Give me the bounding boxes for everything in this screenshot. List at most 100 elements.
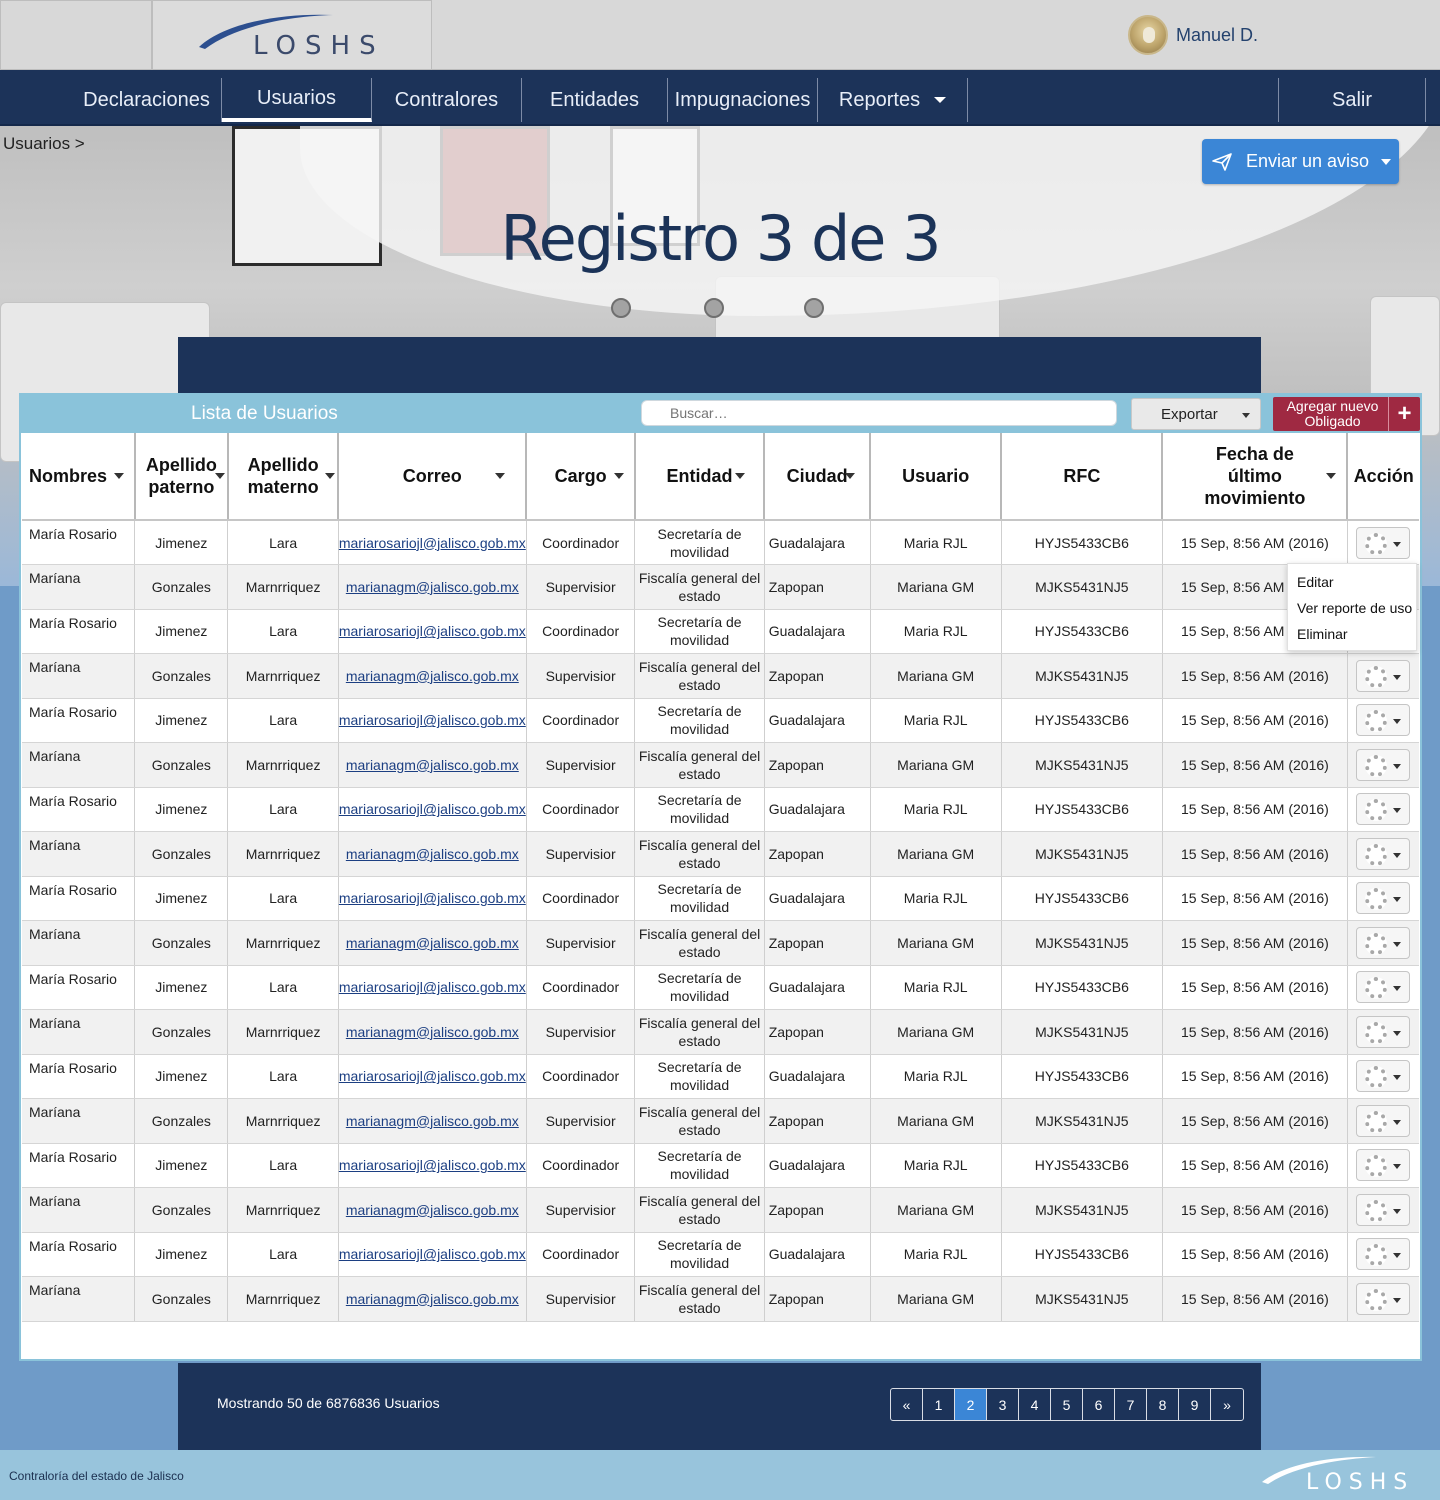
nav-contralores[interactable]: Contralores bbox=[372, 78, 522, 122]
email-link[interactable]: mariarosariojl@jalisco.gob.mx bbox=[339, 1068, 526, 1084]
email-link[interactable]: marianagm@jalisco.gob.mx bbox=[346, 668, 519, 684]
export-dropdown[interactable]: Exportar bbox=[1131, 398, 1261, 430]
cell-correo[interactable]: mariarosariojl@jalisco.gob.mx bbox=[338, 1054, 527, 1099]
cell-correo[interactable]: marianagm@jalisco.gob.mx bbox=[338, 1098, 527, 1144]
menu-item-editar[interactable]: Editar bbox=[1288, 572, 1416, 598]
nav-salir[interactable]: Salir bbox=[1278, 78, 1426, 122]
nav-declaraciones[interactable]: Declaraciones bbox=[72, 78, 222, 122]
cell-ciudad: Zapopan bbox=[764, 653, 871, 699]
cell-correo[interactable]: mariarosariojl@jalisco.gob.mx bbox=[338, 965, 527, 1010]
email-link[interactable]: mariarosariojl@jalisco.gob.mx bbox=[339, 801, 526, 817]
cell-correo[interactable]: marianagm@jalisco.gob.mx bbox=[338, 1187, 527, 1233]
cell-correo[interactable]: mariarosariojl@jalisco.gob.mx bbox=[338, 609, 527, 654]
page-4[interactable]: 4 bbox=[1019, 1389, 1051, 1420]
cell-correo[interactable]: marianagm@jalisco.gob.mx bbox=[338, 1276, 527, 1322]
row-actions-button[interactable] bbox=[1356, 1282, 1411, 1315]
email-link[interactable]: mariarosariojl@jalisco.gob.mx bbox=[339, 890, 526, 906]
step-dot[interactable] bbox=[704, 298, 724, 318]
page-7[interactable]: 7 bbox=[1115, 1389, 1147, 1420]
cell-correo[interactable]: mariarosariojl@jalisco.gob.mx bbox=[338, 1232, 527, 1277]
column-header-entidad[interactable]: Entidad bbox=[634, 433, 766, 521]
search-input[interactable] bbox=[641, 400, 1117, 426]
email-link[interactable]: marianagm@jalisco.gob.mx bbox=[346, 846, 519, 862]
email-link[interactable]: mariarosariojl@jalisco.gob.mx bbox=[339, 1157, 526, 1173]
menu-item-ver-reporte[interactable]: Ver reporte de uso bbox=[1288, 598, 1416, 624]
email-link[interactable]: marianagm@jalisco.gob.mx bbox=[346, 1024, 519, 1040]
breadcrumb[interactable]: Usuarios > bbox=[3, 134, 85, 154]
row-actions-button[interactable] bbox=[1356, 971, 1411, 1004]
results-summary: Mostrando 50 de 6876836 Usuarios bbox=[217, 1395, 440, 1411]
cell-correo[interactable]: marianagm@jalisco.gob.mx bbox=[338, 1009, 527, 1055]
email-link[interactable]: marianagm@jalisco.gob.mx bbox=[346, 1113, 519, 1129]
email-link[interactable]: marianagm@jalisco.gob.mx bbox=[346, 935, 519, 951]
add-obligado-button[interactable]: Agregar nuevo Obligado + bbox=[1273, 397, 1420, 431]
cell-correo[interactable]: marianagm@jalisco.gob.mx bbox=[338, 920, 527, 966]
row-actions-button[interactable] bbox=[1356, 659, 1411, 692]
cell-correo[interactable]: marianagm@jalisco.gob.mx bbox=[338, 653, 527, 699]
user-menu[interactable]: Manuel D. bbox=[1128, 14, 1258, 56]
page-3[interactable]: 3 bbox=[987, 1389, 1019, 1420]
page-8[interactable]: 8 bbox=[1147, 1389, 1179, 1420]
cell-correo[interactable]: mariarosariojl@jalisco.gob.mx bbox=[338, 520, 527, 565]
column-header-fecha[interactable]: Fecha de último movimiento bbox=[1162, 433, 1349, 521]
email-link[interactable]: marianagm@jalisco.gob.mx bbox=[346, 1291, 519, 1307]
column-header-nombres[interactable]: Nombres bbox=[22, 433, 136, 521]
email-link[interactable]: marianagm@jalisco.gob.mx bbox=[346, 579, 519, 595]
column-header-apellido-materno[interactable]: Apellido materno bbox=[227, 433, 340, 521]
row-actions-button[interactable] bbox=[1356, 837, 1411, 870]
nav-usuarios[interactable]: Usuarios bbox=[222, 78, 372, 122]
cell-nombres: María Rosario bbox=[22, 965, 136, 1010]
email-link[interactable]: mariarosariojl@jalisco.gob.mx bbox=[339, 712, 526, 728]
row-actions-button[interactable] bbox=[1356, 926, 1411, 959]
cell-correo[interactable]: marianagm@jalisco.gob.mx bbox=[338, 831, 527, 877]
page-prev[interactable]: « bbox=[891, 1389, 923, 1420]
cell-rfc: HYJS5433CB6 bbox=[1001, 1143, 1163, 1188]
nav-impugnaciones[interactable]: Impugnaciones bbox=[668, 78, 818, 122]
cell-correo[interactable]: marianagm@jalisco.gob.mx bbox=[338, 742, 527, 788]
page-next[interactable]: » bbox=[1211, 1389, 1243, 1420]
chevron-down-icon bbox=[1393, 674, 1402, 680]
email-link[interactable]: mariarosariojl@jalisco.gob.mx bbox=[339, 979, 526, 995]
user-name[interactable]: Manuel D. bbox=[1176, 25, 1258, 46]
row-actions-button[interactable] bbox=[1356, 1015, 1411, 1048]
gear-icon bbox=[1365, 1021, 1388, 1044]
send-notice-button[interactable]: Enviar un aviso bbox=[1202, 139, 1399, 184]
nav-entidades[interactable]: Entidades bbox=[522, 78, 668, 122]
page-6[interactable]: 6 bbox=[1083, 1389, 1115, 1420]
row-actions-button[interactable] bbox=[1356, 526, 1411, 559]
row-actions-button[interactable] bbox=[1356, 704, 1411, 737]
page-1[interactable]: 1 bbox=[923, 1389, 955, 1420]
step-dot[interactable] bbox=[611, 298, 631, 318]
column-header-correo[interactable]: Correo bbox=[338, 433, 528, 521]
email-link[interactable]: mariarosariojl@jalisco.gob.mx bbox=[339, 623, 526, 639]
cell-correo[interactable]: mariarosariojl@jalisco.gob.mx bbox=[338, 876, 527, 921]
row-actions-button[interactable] bbox=[1356, 793, 1411, 826]
cell-correo[interactable]: mariarosariojl@jalisco.gob.mx bbox=[338, 1143, 527, 1188]
step-dot[interactable] bbox=[804, 298, 824, 318]
row-actions-button[interactable] bbox=[1356, 1193, 1411, 1226]
column-header-apellido-paterno[interactable]: Apellido paterno bbox=[134, 433, 229, 521]
page-2[interactable]: 2 bbox=[955, 1389, 987, 1420]
nav-reportes[interactable]: Reportes bbox=[818, 78, 968, 122]
row-actions-button[interactable] bbox=[1356, 882, 1411, 915]
email-link[interactable]: mariarosariojl@jalisco.gob.mx bbox=[339, 1246, 526, 1262]
avatar[interactable] bbox=[1128, 15, 1168, 55]
row-actions-button[interactable] bbox=[1356, 1149, 1411, 1182]
email-link[interactable]: mariarosariojl@jalisco.gob.mx bbox=[339, 535, 526, 551]
row-actions-button[interactable] bbox=[1356, 1238, 1411, 1271]
page-9[interactable]: 9 bbox=[1179, 1389, 1211, 1420]
column-header-cargo[interactable]: Cargo bbox=[526, 433, 636, 521]
row-actions-button[interactable] bbox=[1356, 1060, 1411, 1093]
cell-correo[interactable]: mariarosariojl@jalisco.gob.mx bbox=[338, 698, 527, 743]
row-actions-button[interactable] bbox=[1356, 1104, 1411, 1137]
cell-ciudad: Zapopan bbox=[764, 564, 871, 610]
column-header-ciudad[interactable]: Ciudad bbox=[764, 433, 872, 521]
cell-correo[interactable]: marianagm@jalisco.gob.mx bbox=[338, 564, 527, 610]
page-5[interactable]: 5 bbox=[1051, 1389, 1083, 1420]
email-link[interactable]: marianagm@jalisco.gob.mx bbox=[346, 1202, 519, 1218]
cell-correo[interactable]: mariarosariojl@jalisco.gob.mx bbox=[338, 787, 527, 832]
menu-item-eliminar[interactable]: Eliminar bbox=[1288, 624, 1416, 650]
row-actions-button[interactable] bbox=[1356, 748, 1411, 781]
header-logo[interactable]: LOSHS bbox=[152, 0, 432, 70]
email-link[interactable]: marianagm@jalisco.gob.mx bbox=[346, 757, 519, 773]
